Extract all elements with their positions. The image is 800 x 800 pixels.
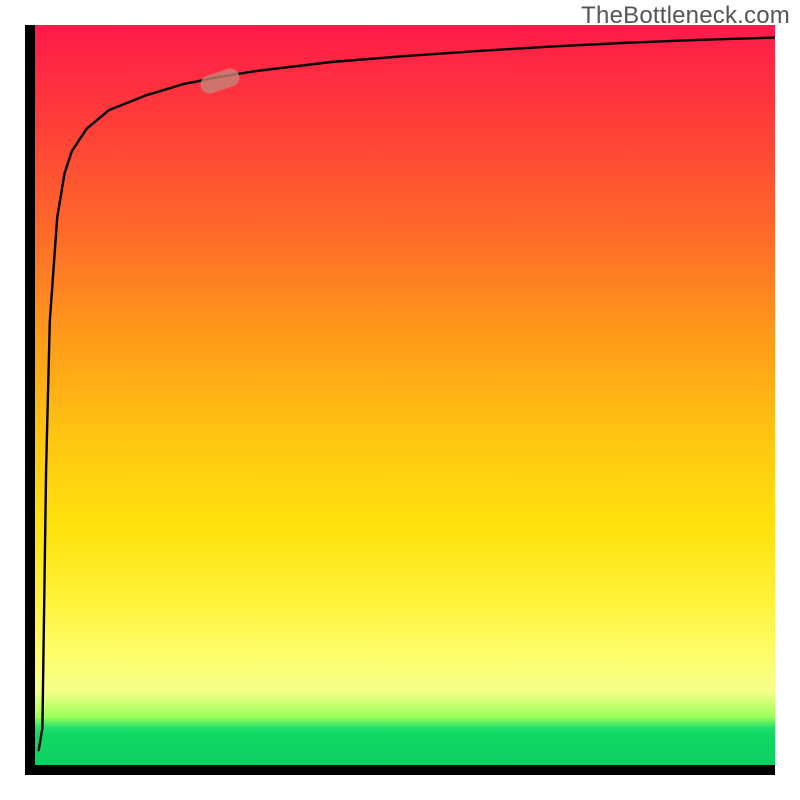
bottleneck-curve [35,25,775,765]
plot-area [35,25,775,765]
highlight-marker [198,66,242,95]
plot-frame [25,25,775,775]
chart-root: TheBottleneck.com [0,0,800,800]
